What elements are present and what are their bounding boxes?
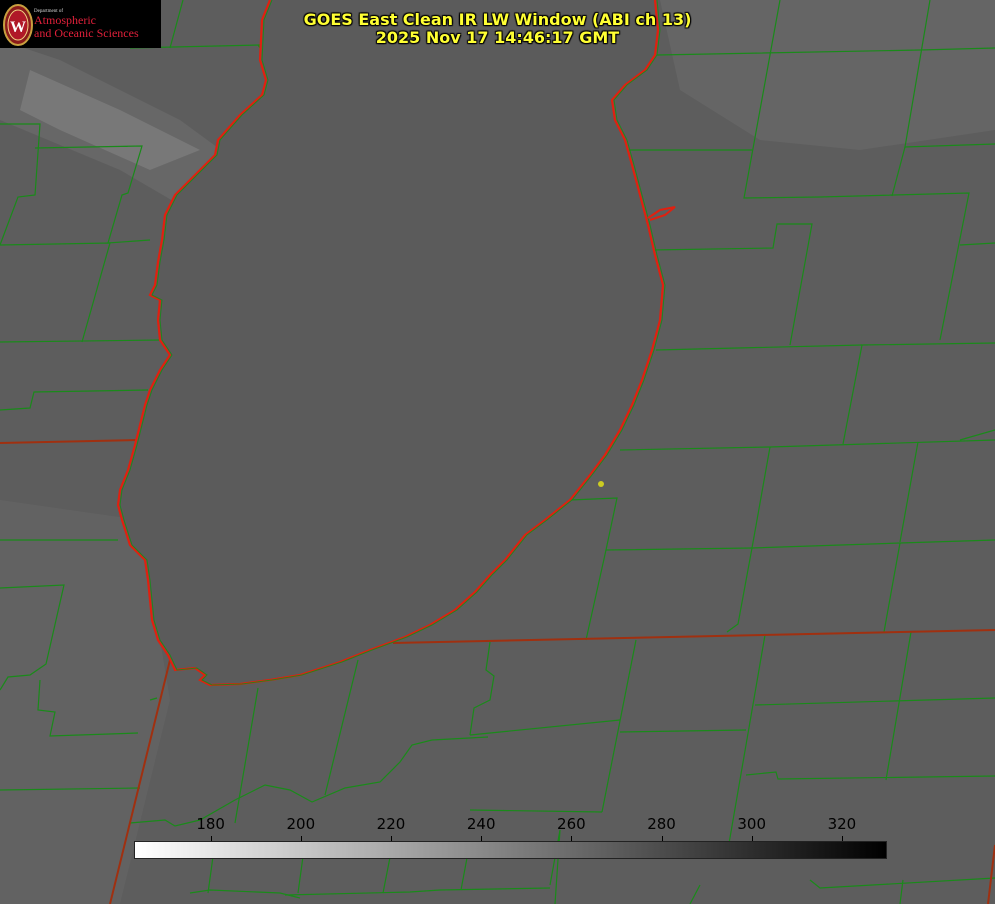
logo-line-1: Atmospheric [34, 13, 96, 28]
colorbar-tick-label: 240 [466, 815, 496, 833]
map-canvas [0, 0, 995, 904]
logo-line-2: and Oceanic Sciences [34, 25, 139, 40]
image-title: GOES East Clean IR LW Window (ABI ch 13)… [230, 11, 765, 47]
logo-text: Department of Atmospheric and Oceanic Sc… [34, 9, 139, 39]
satellite-image-view: W Department of Atmospheric and Oceanic … [0, 0, 995, 904]
colorbar-tick-label: 180 [196, 815, 225, 833]
colorbar-tick-label: 300 [737, 815, 767, 833]
colorbar [134, 841, 887, 859]
colorbar-tick-label: 260 [557, 815, 586, 833]
colorbar-tick-label: 200 [286, 815, 316, 833]
location-marker [598, 481, 604, 487]
uw-aos-logo: W Department of Atmospheric and Oceanic … [0, 0, 161, 48]
timestamp: 2025 Nov 17 14:46:17 GMT [375, 28, 620, 47]
svg-text:W: W [10, 19, 26, 36]
colorbar-tick-label: 220 [376, 815, 406, 833]
uw-seal-icon: W [3, 4, 33, 46]
product-title: GOES East Clean IR LW Window (ABI ch 13) [303, 10, 692, 29]
colorbar-tick-label: 320 [827, 815, 857, 833]
colorbar-tick-label: 280 [647, 815, 676, 833]
